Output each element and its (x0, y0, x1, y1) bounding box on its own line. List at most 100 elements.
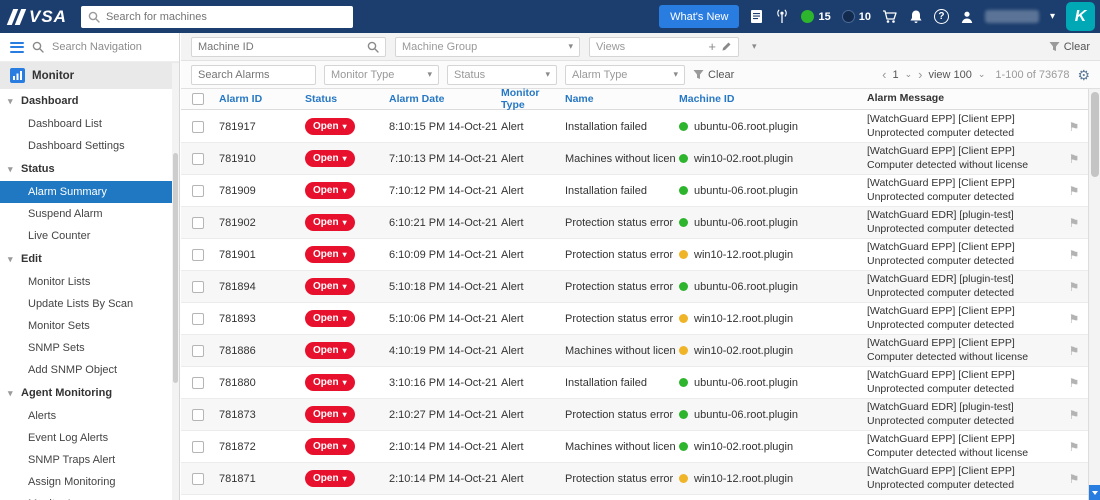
alarm-type-select[interactable]: Alarm Type ▾ (565, 64, 685, 85)
nav-section-edit[interactable]: ▾ Edit (0, 247, 179, 271)
broadcast-icon[interactable] (774, 9, 790, 24)
nav-section-dashboard[interactable]: ▾ Dashboard (0, 89, 179, 113)
row-checkbox[interactable] (192, 280, 204, 293)
status-pill[interactable]: Open ▾ (305, 406, 355, 423)
machine-search-input[interactable] (105, 10, 346, 23)
flag-icon[interactable]: ⚑ (1069, 312, 1080, 326)
row-checkbox[interactable] (192, 248, 204, 261)
row-checkbox[interactable] (192, 376, 204, 389)
select-all-checkbox[interactable] (192, 93, 204, 105)
flag-icon[interactable]: ⚑ (1069, 376, 1080, 390)
sidebar-scrollbar[interactable] (172, 63, 179, 500)
nav-section-agent-monitoring[interactable]: ▾ Agent Monitoring (0, 381, 179, 405)
sidebar-item-dashboard-list[interactable]: Dashboard List (0, 113, 179, 135)
views-chevron-icon[interactable]: ▾ (752, 41, 757, 52)
sidebar-item-event-log-alerts[interactable]: Event Log Alerts (0, 427, 179, 449)
scroll-down-button[interactable] (1089, 485, 1100, 500)
page-next-icon[interactable]: › (918, 68, 922, 81)
flag-icon[interactable]: ⚑ (1069, 280, 1080, 294)
status-pill[interactable]: Open ▾ (305, 342, 355, 359)
machine-group-select[interactable]: Machine Group ▾ (395, 36, 580, 57)
nav-section-status[interactable]: ▾ Status (0, 157, 179, 181)
views-select[interactable]: Views + (589, 36, 739, 57)
row-checkbox[interactable] (192, 152, 204, 165)
online-agents-counter[interactable]: 15 (801, 10, 831, 23)
sidebar-item-monitor-log[interactable]: Monitor Log (0, 493, 179, 500)
sidebar-item-alarm-summary[interactable]: Alarm Summary (0, 181, 179, 203)
username-redacted[interactable] (984, 10, 1039, 23)
add-view-button[interactable]: + (708, 40, 716, 53)
document-icon[interactable] (750, 9, 763, 24)
flag-icon[interactable]: ⚑ (1069, 216, 1080, 230)
sidebar-item-dashboard-settings[interactable]: Dashboard Settings (0, 135, 179, 157)
scrollbar-thumb[interactable] (1091, 92, 1099, 177)
flag-icon[interactable]: ⚑ (1069, 472, 1080, 486)
status-pill[interactable]: Open ▾ (305, 278, 355, 295)
row-checkbox[interactable] (192, 344, 204, 357)
view-count-select[interactable]: view 100 ⌄ (928, 69, 985, 81)
status-pill[interactable]: Open ▾ (305, 150, 355, 167)
nav-search-label[interactable]: Search Navigation (52, 41, 142, 53)
sidebar-item-suspend-alarm[interactable]: Suspend Alarm (0, 203, 179, 225)
flag-icon[interactable]: ⚑ (1069, 184, 1080, 198)
sidebar-item-alerts[interactable]: Alerts (0, 405, 179, 427)
machine-id-input[interactable] (198, 40, 362, 53)
bell-icon[interactable] (909, 9, 923, 24)
status-pill[interactable]: Open ▾ (305, 470, 355, 487)
edit-view-icon[interactable] (721, 41, 732, 52)
row-checkbox[interactable] (192, 184, 204, 197)
row-checkbox[interactable] (192, 472, 204, 485)
whats-new-button[interactable]: What's New (659, 5, 740, 28)
row-checkbox[interactable] (192, 408, 204, 421)
column-header-alarm-message[interactable]: Alarm Message (863, 92, 1072, 105)
clear-alarm-filter-button[interactable]: Clear (693, 69, 734, 81)
row-checkbox[interactable] (192, 440, 204, 453)
sidebar-item-assign-monitoring[interactable]: Assign Monitoring (0, 471, 179, 493)
column-header-machine-id[interactable]: Machine ID (675, 93, 863, 105)
status-pill[interactable]: Open ▾ (305, 182, 355, 199)
status-pill[interactable]: Open ▾ (305, 246, 355, 263)
row-checkbox[interactable] (192, 216, 204, 229)
gear-icon[interactable]: ⚙ (1077, 68, 1090, 82)
sidebar-module-monitor[interactable]: Monitor (0, 62, 179, 89)
flag-icon[interactable]: ⚑ (1069, 440, 1080, 454)
kaseya-brand-tile[interactable]: K (1066, 2, 1095, 31)
search-icon[interactable] (367, 41, 379, 53)
search-alarms-input[interactable] (198, 68, 340, 81)
page-number-select[interactable]: 1 ⌄ (892, 69, 912, 81)
column-header-alarm-id[interactable]: Alarm ID (215, 93, 301, 105)
clear-machine-filter-button[interactable]: Clear (1049, 41, 1090, 53)
cart-icon[interactable] (882, 9, 898, 24)
flag-icon[interactable]: ⚑ (1069, 120, 1080, 134)
flag-icon[interactable]: ⚑ (1069, 408, 1080, 422)
user-icon[interactable] (960, 10, 974, 24)
vertical-scrollbar[interactable] (1088, 89, 1100, 500)
sidebar-item-monitor-sets[interactable]: Monitor Sets (0, 315, 179, 337)
sidebar-item-live-counter[interactable]: Live Counter (0, 225, 179, 247)
column-header-alarm-date[interactable]: Alarm Date (385, 93, 497, 105)
flag-icon[interactable]: ⚑ (1069, 344, 1080, 358)
sidebar-item-add-snmp-object[interactable]: Add SNMP Object (0, 359, 179, 381)
flag-icon[interactable]: ⚑ (1069, 152, 1080, 166)
status-pill[interactable]: Open ▾ (305, 374, 355, 391)
row-checkbox[interactable] (192, 312, 204, 325)
column-header-status[interactable]: Status (301, 93, 385, 105)
sidebar-item-snmp-sets[interactable]: SNMP Sets (0, 337, 179, 359)
account-chevron-icon[interactable]: ▾ (1050, 11, 1055, 22)
vsa-logo[interactable]: VSA (0, 0, 81, 33)
sidebar-item-monitor-lists[interactable]: Monitor Lists (0, 271, 179, 293)
status-pill[interactable]: Open ▾ (305, 310, 355, 327)
help-icon[interactable]: ? (933, 9, 949, 24)
sidebar-item-update-lists-by-scan[interactable]: Update Lists By Scan (0, 293, 179, 315)
monitor-type-select[interactable]: Monitor Type ▾ (324, 64, 439, 85)
sidebar-item-snmp-traps-alert[interactable]: SNMP Traps Alert (0, 449, 179, 471)
page-prev-icon[interactable]: ‹ (882, 68, 886, 81)
status-select[interactable]: Status ▾ (447, 64, 557, 85)
column-header-monitor-type[interactable]: Monitor Type (497, 87, 561, 111)
flag-icon[interactable]: ⚑ (1069, 248, 1080, 262)
column-header-name[interactable]: Name (561, 93, 675, 105)
sidebar-scrollbar-thumb[interactable] (173, 153, 178, 383)
menu-icon[interactable] (10, 41, 24, 53)
status-pill[interactable]: Open ▾ (305, 438, 355, 455)
row-checkbox[interactable] (192, 120, 204, 133)
